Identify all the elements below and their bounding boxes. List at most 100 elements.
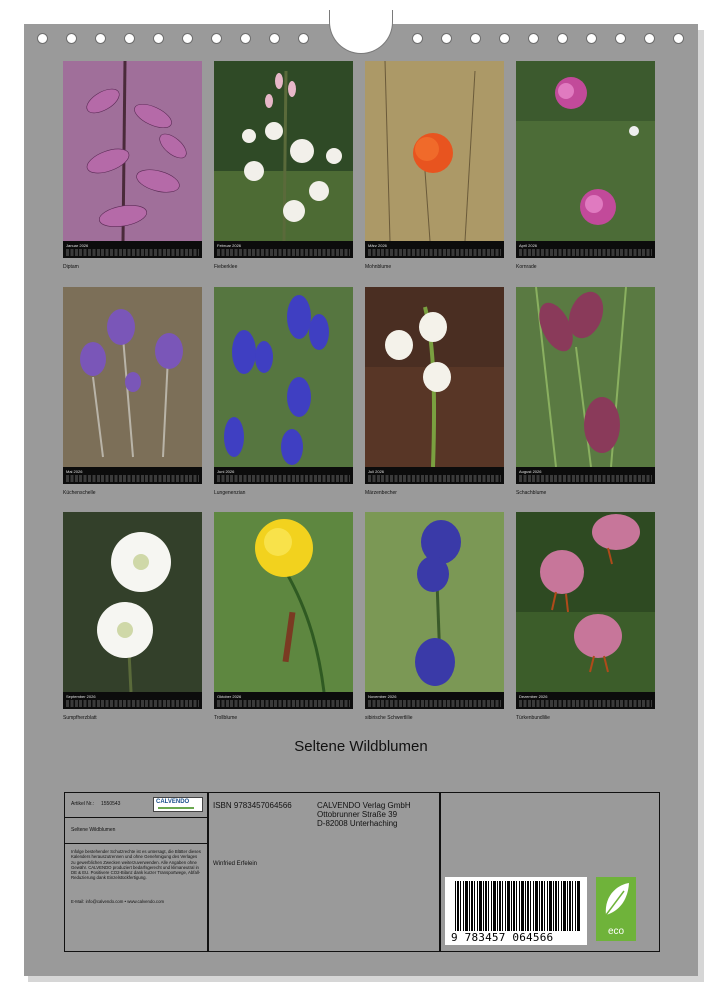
photo-kuechenschelle [63, 287, 202, 467]
month-label: August 2026 [519, 469, 542, 474]
binding-ring [153, 33, 164, 44]
photo-lungenenzian [214, 287, 353, 467]
date-grid [66, 249, 199, 256]
flower-name: Diptam [63, 264, 79, 270]
flower-name: Schachblume [516, 490, 547, 496]
month-strip: Mai 2026 [63, 467, 202, 484]
month-strip: September 2026 [63, 692, 202, 709]
month-label: Juni 2026 [217, 469, 235, 474]
article-label: Artikel Nr.: [71, 801, 95, 807]
barcode: 9 783457 064566 [445, 877, 587, 945]
binding-ring [124, 33, 135, 44]
month-strip: Januar 2026 [63, 241, 202, 258]
month-label: April 2026 [519, 243, 538, 248]
date-grid [519, 249, 652, 256]
photo-trollblume [214, 512, 353, 692]
binding-ring [673, 33, 684, 44]
photo-fieberklee [214, 61, 353, 241]
month-strip: November 2026 [365, 692, 504, 709]
divider [65, 817, 207, 818]
flower-name: Lungenenzian [214, 490, 246, 496]
photo-sibirische-schwertlilie [365, 512, 504, 692]
date-grid [217, 700, 350, 707]
divider [65, 843, 207, 844]
flower-name: Kornrade [516, 264, 537, 270]
month-label: Januar 2026 [66, 243, 89, 248]
month-strip: April 2026 [516, 241, 655, 258]
flower-name: Küchenschelle [63, 490, 96, 496]
photo-tuerkenbundlilie [516, 512, 655, 692]
date-grid [368, 475, 501, 482]
date-grid [217, 249, 350, 256]
flower-name: sibirische Schwertlilie [365, 715, 413, 721]
date-grid [217, 475, 350, 482]
flower-name: Märzenbecher [365, 490, 397, 496]
leaf-icon [605, 883, 629, 916]
photo-sumpfherzblatt [63, 512, 202, 692]
binding-ring [298, 33, 309, 44]
binding-ring [412, 33, 423, 44]
date-grid [519, 475, 652, 482]
binding-ring [441, 33, 452, 44]
binding-ring [499, 33, 510, 44]
flower-name: Türkenbundlilie [516, 715, 550, 721]
month-label: Mai 2026 [66, 469, 83, 474]
binding-ring [586, 33, 597, 44]
photo-maerzenbecher [365, 287, 504, 467]
binding-ring [528, 33, 539, 44]
flower-name: Trollblume [214, 715, 238, 721]
photo-mohnblume [365, 61, 504, 241]
month-label: Oktober 2026 [217, 694, 242, 699]
flower-name: Sumpfherzblatt [63, 715, 97, 721]
date-grid [368, 249, 501, 256]
date-grid [368, 700, 501, 707]
calendar-back-page: Januar 2026 Diptam Februar 2026 Fieberkl… [24, 10, 698, 976]
article-number: 1550543 [101, 801, 121, 807]
photo-diptam [63, 61, 202, 241]
eco-label: eco [607, 926, 625, 937]
calvendo-logo: CALVENDO [153, 797, 203, 812]
month-label: November 2026 [368, 694, 397, 699]
publisher-city: D-82008 Unterhaching [317, 819, 398, 828]
month-strip: Februar 2026 [214, 241, 353, 258]
binding-ring [269, 33, 280, 44]
flower-name: Mohnblume [365, 264, 392, 270]
month-strip: Juli 2026 [365, 467, 504, 484]
month-strip: Oktober 2026 [214, 692, 353, 709]
month-strip: Juni 2026 [214, 467, 353, 484]
series-title: Seltene Wildblumen [71, 827, 116, 833]
isbn: ISBN 9783457064566 [213, 801, 292, 810]
calvendo-logo-text: CALVENDO [156, 799, 190, 805]
binding-ring [470, 33, 481, 44]
contact-line: E-Mail: info@calvendo.com • www.calvendo… [71, 899, 165, 904]
divider [207, 793, 209, 951]
binding-ring [211, 33, 222, 44]
photo-kornrade [516, 61, 655, 241]
author: Winfried Erfelein [213, 861, 258, 867]
barcode-bars [455, 881, 581, 931]
binding-ring [66, 33, 77, 44]
binding-ring [240, 33, 251, 44]
barcode-number: 9 783457 064566 [451, 931, 554, 944]
month-strip: März 2026 [365, 241, 504, 258]
month-strip: Dezember 2026 [516, 692, 655, 709]
eco-badge: eco [596, 877, 636, 941]
photo-schachblume [516, 287, 655, 467]
binding-ring [95, 33, 106, 44]
calendar-title: Seltene Wildblumen [294, 738, 428, 755]
binding-ring [615, 33, 626, 44]
binding-ring [557, 33, 568, 44]
hanger-notch [329, 10, 393, 54]
month-label: Juli 2026 [368, 469, 385, 474]
binding-ring [644, 33, 655, 44]
flower-name: Fieberklee [214, 264, 238, 270]
publisher-name: CALVENDO Verlag GmbH [317, 801, 411, 810]
date-grid [519, 700, 652, 707]
month-label: Februar 2026 [217, 243, 242, 248]
month-strip: August 2026 [516, 467, 655, 484]
divider [439, 793, 441, 951]
date-grid [66, 700, 199, 707]
copyright-notice: Infolge bestehender Schutzrechte ist es … [71, 849, 201, 881]
publisher-street: Ottobrunner Straße 39 [317, 810, 398, 819]
binding-ring [37, 33, 48, 44]
